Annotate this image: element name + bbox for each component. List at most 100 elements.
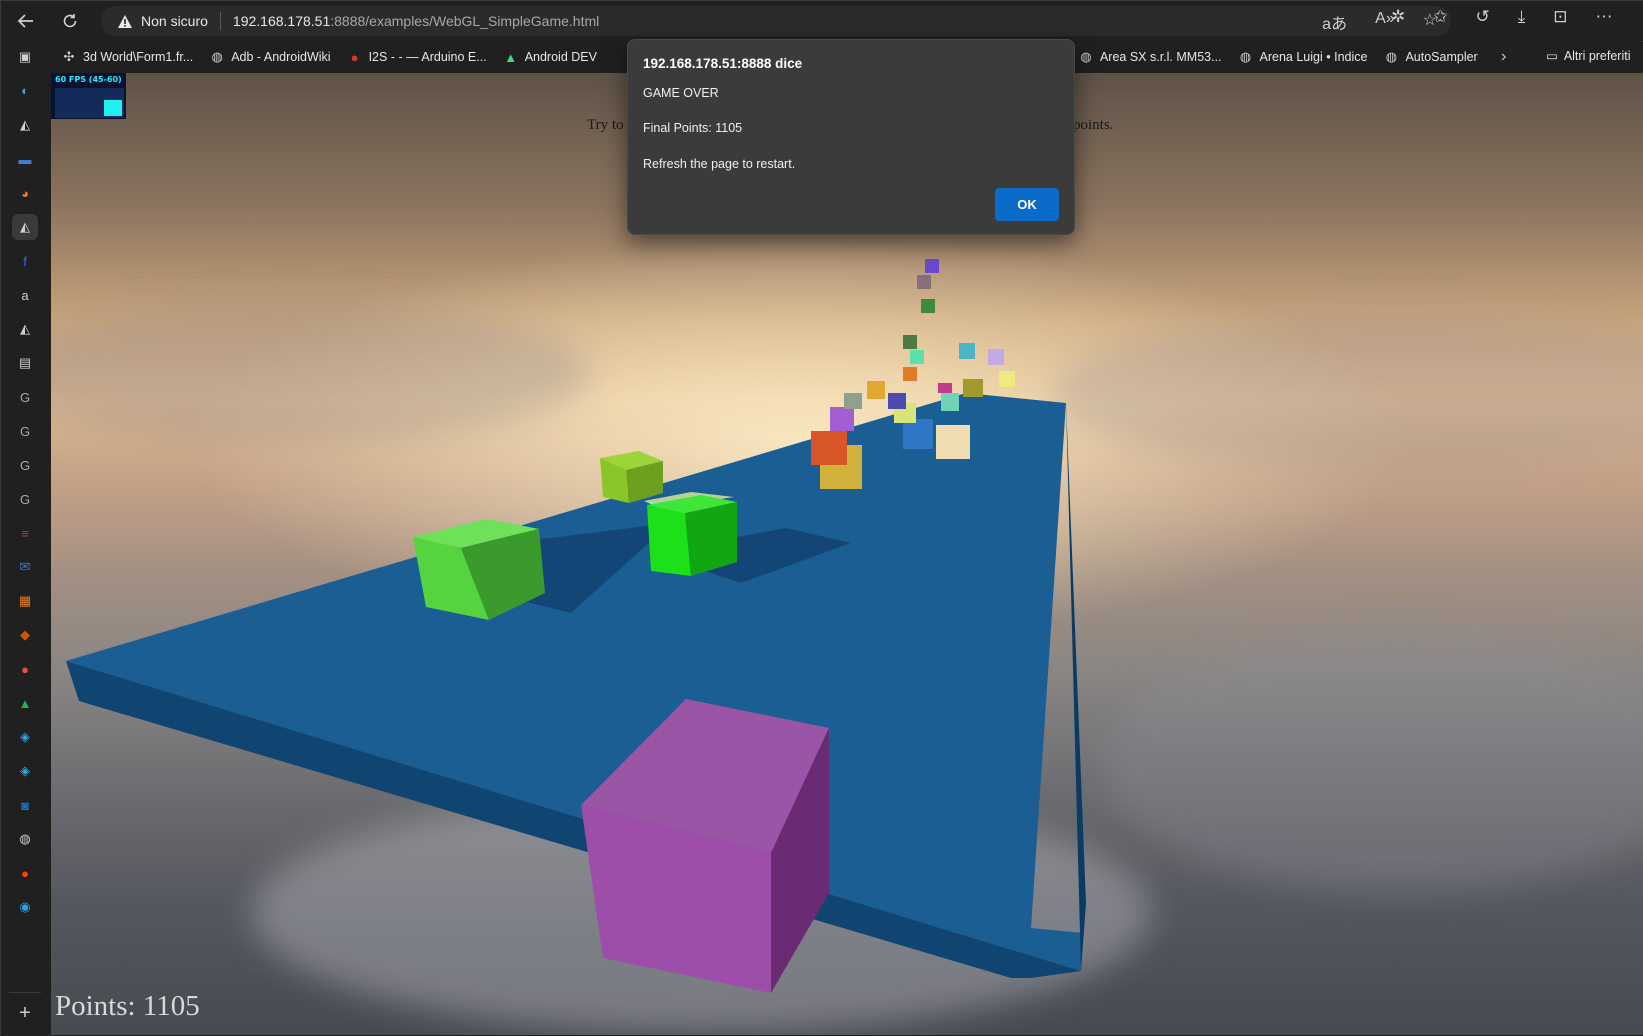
app-icon[interactable]: ◕ (12, 180, 38, 206)
instructions-text-start: Try to (587, 117, 624, 133)
other-favorites-label: Altri preferiti (1563, 48, 1631, 63)
more-menu-icon[interactable]: ⋯ (1596, 7, 1613, 27)
app-icon[interactable]: ◆ (12, 622, 38, 648)
points-counter: Points: 1105 (55, 990, 200, 1022)
bookmark-label: Adb - AndroidWiki (231, 50, 331, 64)
app-icon[interactable]: ◭ (12, 316, 38, 342)
app-icon[interactable]: ◉ (12, 894, 38, 920)
instructions-text-end: points. (1073, 117, 1114, 133)
cube (910, 350, 924, 364)
bookmark-item[interactable]: ◍ AutoSampler (1383, 49, 1478, 65)
app-icon[interactable]: ▬ (12, 146, 38, 172)
cube (921, 299, 935, 313)
screenshot-icon[interactable]: ⊡ (1553, 7, 1567, 27)
dialog-message-game-over: GAME OVER (643, 86, 719, 100)
google-icon[interactable]: G (12, 486, 38, 512)
security-label[interactable]: Non sicuro (141, 13, 208, 29)
translate-icon[interactable]: aあ (1322, 10, 1347, 34)
fps-graph-bar (104, 100, 122, 116)
cube (988, 349, 1004, 365)
cube (903, 419, 933, 449)
bookmark-label: Arena Luigi • Indice (1259, 50, 1368, 64)
dialog-message-final-points: Final Points: 1105 (643, 121, 743, 135)
app-icon[interactable]: ≡ (12, 520, 38, 546)
bookmark-label: I2S - - — Arduino E... (368, 50, 487, 64)
app-icon[interactable]: ● (12, 656, 38, 682)
shopping-icon[interactable]: ▤ (12, 350, 38, 376)
address-bar[interactable]: Non sicuro 192.168.178.51:8888/examples/… (101, 6, 1451, 36)
cube (844, 393, 862, 409)
platform-top (66, 393, 1083, 971)
warning-icon (117, 13, 133, 29)
browser-toolbar: Non sicuro 192.168.178.51:8888/examples/… (1, 1, 1643, 41)
app-icon[interactable]: ◈ (12, 724, 38, 750)
ok-button[interactable]: OK (995, 188, 1059, 221)
bookmark-label: AutoSampler (1405, 50, 1478, 64)
cube (811, 431, 847, 465)
bookmark-item[interactable]: ● I2S - - — Arduino E... (347, 49, 487, 65)
bookmark-item[interactable]: ◍ Adb - AndroidWiki (209, 49, 331, 65)
fps-label: 60 FPS (45-60) (55, 75, 122, 84)
outlook-icon[interactable]: ◙ (12, 792, 38, 818)
dialog-message-restart: Refresh the page to restart. (643, 157, 796, 171)
bookmark-item[interactable]: ◍ Area SX s.r.l. MM53... (1078, 49, 1222, 65)
bookmark-item[interactable]: ✣ 3d World\Form1.fr... (61, 49, 194, 65)
reddit-icon[interactable]: ● (12, 860, 38, 886)
browser-actions: ✲ ✩ ↺ ⤓ ⊡ ⋯ (1391, 7, 1613, 27)
cube (941, 393, 959, 411)
office-icon[interactable]: ▦ (12, 588, 38, 614)
add-icon[interactable]: + (12, 1000, 38, 1026)
address-separator (219, 12, 221, 30)
cube (903, 367, 917, 381)
bookmark-label: 3d World\Form1.fr... (83, 50, 194, 64)
google-icon[interactable]: G (12, 384, 38, 410)
google-icon[interactable]: G (12, 452, 38, 478)
folder-icon: ▭ (1546, 49, 1558, 63)
edge-icon[interactable]: ◐ (12, 77, 38, 103)
refresh-icon[interactable] (55, 7, 85, 35)
dialog-title: 192.168.178.51:8888 dice (643, 56, 803, 71)
android-icon: ▲ (504, 49, 518, 65)
globe-icon: ◍ (211, 49, 223, 64)
google-icon[interactable]: G (12, 418, 38, 444)
cube (903, 335, 917, 349)
cube (936, 425, 970, 459)
globe-icon: ◍ (1385, 49, 1398, 64)
url-path: :8888/examples/WebGL_SimpleGame.html (330, 13, 600, 29)
bookmark-label: Area SX s.r.l. MM53... (1099, 50, 1222, 64)
facebook-icon[interactable]: f (12, 248, 38, 274)
bookmark-item[interactable]: ◍ Arena Luigi • Indice (1238, 49, 1368, 65)
cube (938, 383, 952, 393)
cube (888, 393, 906, 409)
sidebar-divider (9, 992, 41, 993)
puzzle-icon: ✣ (63, 49, 75, 64)
globe-icon: ◍ (1080, 49, 1092, 64)
bookmark-label: Android DEV (524, 50, 597, 64)
cube (867, 381, 885, 399)
app-icon[interactable]: ◈ (12, 758, 38, 784)
cube (647, 505, 691, 576)
alert-dialog: 192.168.178.51:8888 dice GAME OVER Final… (627, 39, 1075, 235)
tab-actions-icon[interactable]: ▣ (12, 44, 38, 70)
downloads-icon[interactable]: ⤓ (1518, 7, 1526, 27)
favorites-icon[interactable]: ✩ (1433, 7, 1447, 27)
amazon-icon[interactable]: a (12, 282, 38, 308)
mail-icon[interactable]: ✉ (12, 554, 38, 580)
bookmark-item[interactable]: ▲ Android DEV (503, 49, 597, 65)
cube (925, 259, 939, 273)
globe-icon: ◍ (1239, 49, 1252, 64)
back-arrow-icon[interactable] (11, 7, 41, 35)
platform-edge (1066, 403, 1086, 971)
chevron-right-icon[interactable]: › (1501, 48, 1506, 66)
cube (959, 343, 975, 359)
history-icon[interactable]: ↺ (1476, 7, 1490, 27)
fps-stats-panel[interactable]: 60 FPS (45-60) (51, 73, 126, 119)
globe-icon[interactable]: ◍ (12, 826, 38, 852)
drive-icon[interactable]: ▲ (12, 690, 38, 716)
app-icon[interactable]: ◭ (12, 112, 38, 138)
app-icon[interactable]: ◭ (12, 214, 38, 240)
browser-window: Non sicuro 192.168.178.51:8888/examples/… (0, 0, 1643, 1036)
extensions-icon[interactable]: ✲ (1391, 7, 1405, 27)
other-favorites[interactable]: ▭ Altri preferiti (1546, 48, 1631, 64)
url-host: 192.168.178.51 (232, 13, 331, 29)
